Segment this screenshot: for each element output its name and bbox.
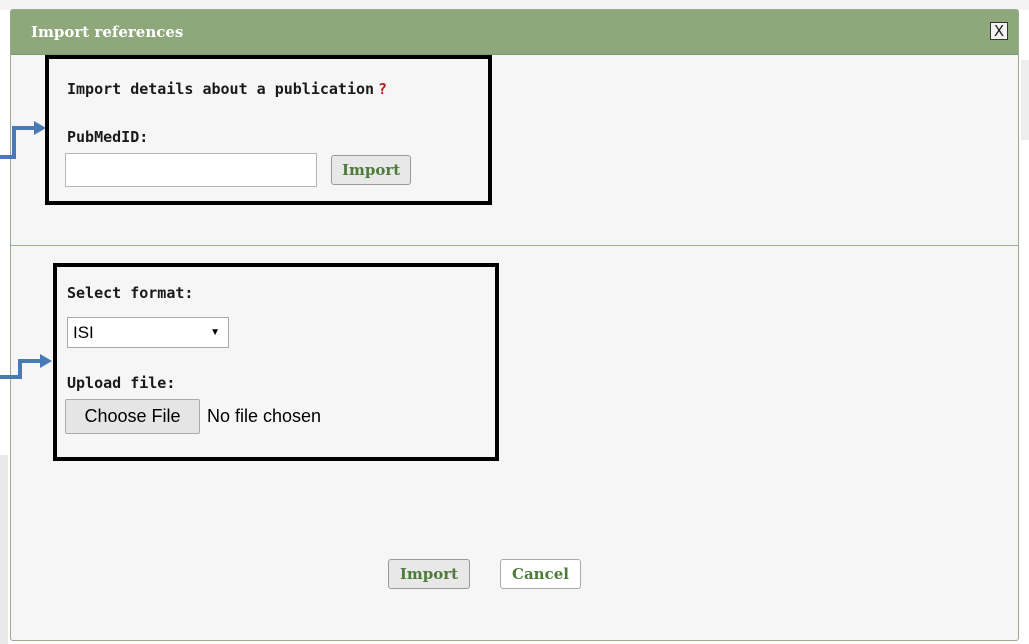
annotation-arrow-icon bbox=[0, 121, 46, 159]
close-icon[interactable]: X bbox=[990, 22, 1008, 40]
pubmed-id-input[interactable] bbox=[65, 153, 317, 187]
choose-file-button[interactable]: Choose File bbox=[65, 399, 200, 434]
dialog-titlebar: Import references X bbox=[11, 10, 1018, 55]
format-select[interactable]: ISI ▼ bbox=[67, 317, 229, 348]
pubmed-heading: Import details about a publication? bbox=[67, 80, 387, 98]
format-selected-value: ISI bbox=[73, 322, 94, 342]
upload-label: Upload file: bbox=[67, 374, 176, 392]
file-status-text: No file chosen bbox=[207, 406, 322, 426]
format-label: Select format: bbox=[67, 284, 194, 302]
help-icon[interactable]: ? bbox=[378, 80, 387, 98]
annotation-arrow-icon bbox=[0, 354, 52, 379]
pubmed-import-button[interactable]: Import bbox=[331, 155, 412, 185]
pubmed-id-label: PubMedID: bbox=[67, 128, 149, 146]
background-page-right bbox=[1021, 60, 1029, 140]
footer-import-button[interactable]: Import bbox=[388, 559, 470, 589]
section-divider bbox=[11, 245, 1018, 246]
import-references-dialog: Import references X Import details about… bbox=[10, 9, 1019, 641]
cancel-button[interactable]: Cancel bbox=[500, 559, 581, 589]
chevron-down-icon: ▼ bbox=[210, 327, 220, 338]
background-page-edge bbox=[0, 455, 8, 644]
pubmed-heading-text: Import details about a publication bbox=[67, 80, 375, 98]
dialog-title: Import references bbox=[31, 23, 184, 41]
